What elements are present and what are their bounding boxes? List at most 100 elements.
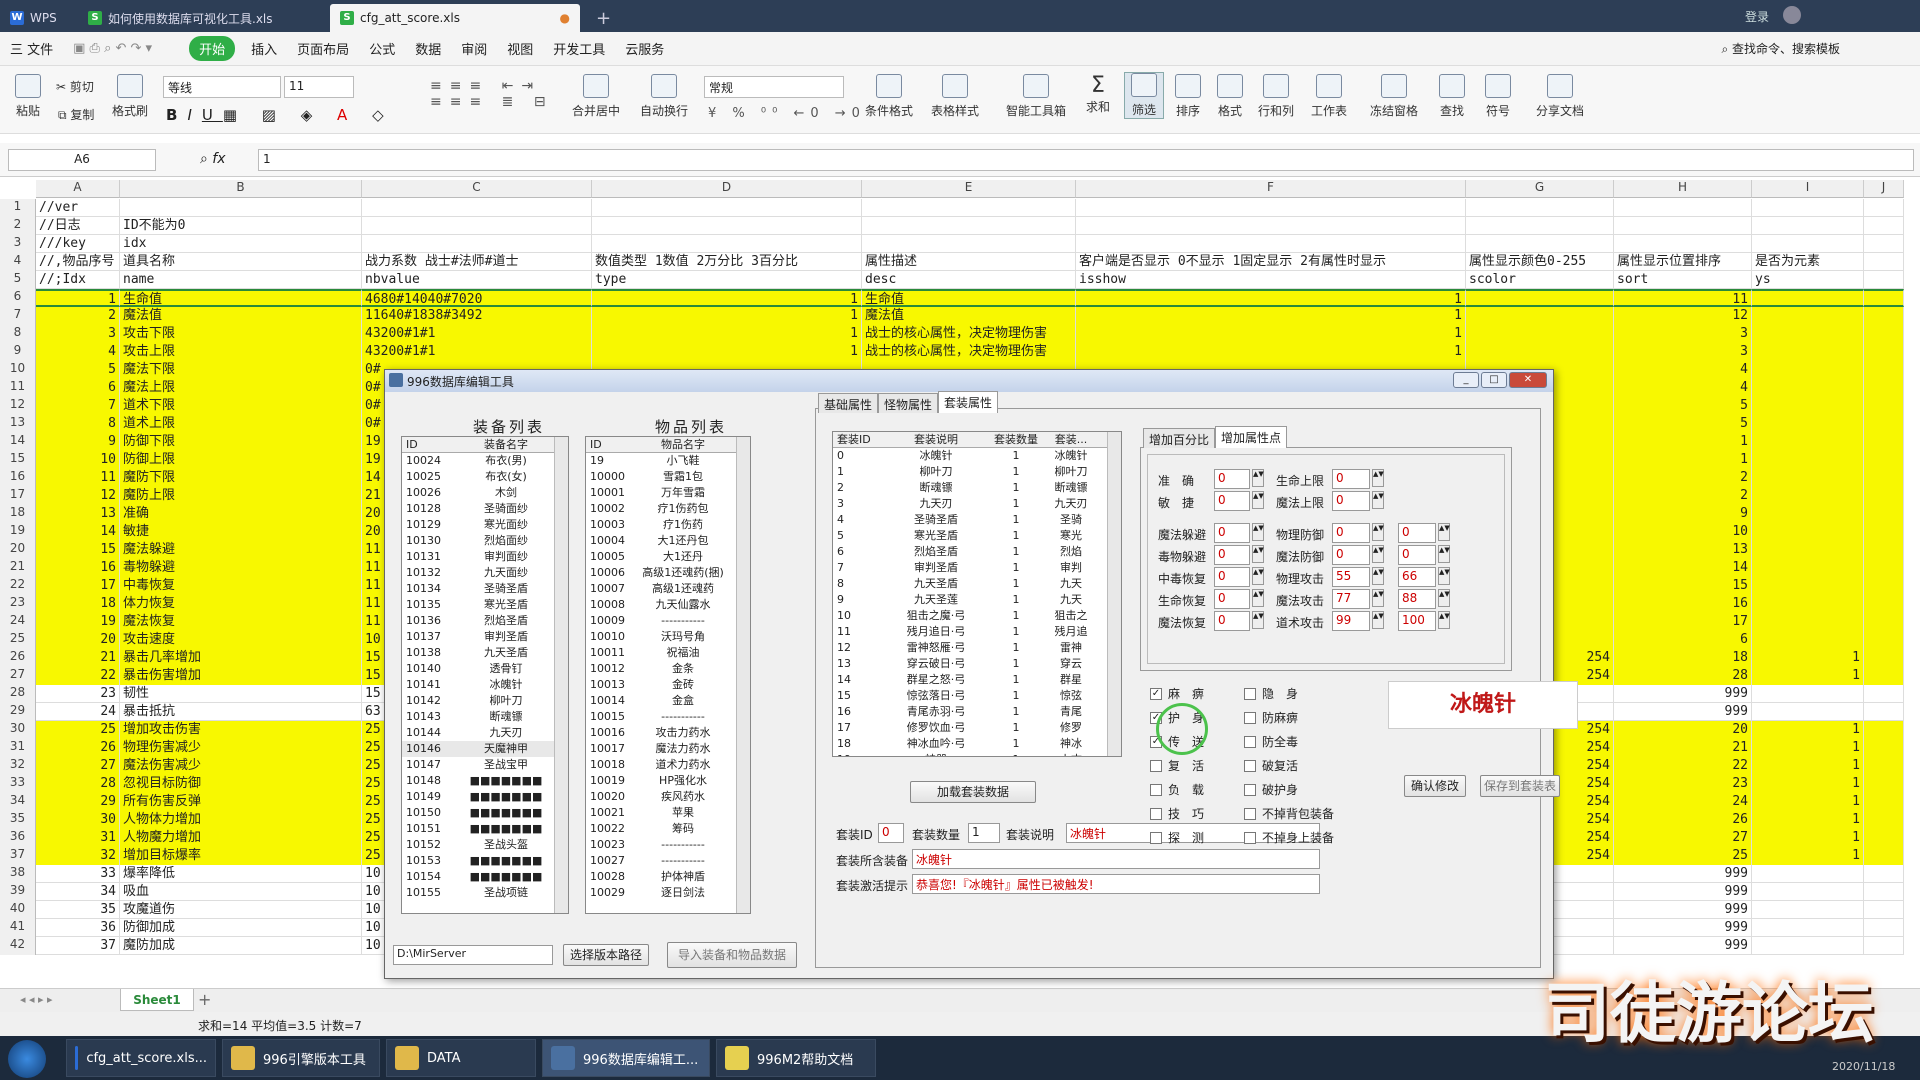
spinner[interactable]: ▲▼ (1252, 589, 1264, 607)
row-number[interactable]: 23 (0, 595, 36, 613)
list-item[interactable]: 10140 透骨钉 (402, 661, 568, 677)
list-item[interactable]: 10149 ■■■■■■■ (402, 789, 568, 805)
row-number[interactable]: 17 (0, 487, 36, 505)
cell[interactable]: 3 (36, 325, 120, 343)
cell[interactable]: 魔法躲避 (120, 541, 362, 559)
attr-input[interactable]: 0 (1332, 491, 1370, 511)
cell[interactable]: 5 (1614, 415, 1752, 433)
cell[interactable] (1752, 325, 1864, 343)
list-item[interactable]: 5 寒光圣盾 1 寒光 (833, 528, 1121, 544)
cell[interactable] (1864, 937, 1904, 955)
cell[interactable]: 5 (1614, 397, 1752, 415)
checkbox-box[interactable] (1244, 735, 1256, 748)
column-header[interactable]: ID (402, 437, 456, 452)
row-number[interactable]: 40 (0, 901, 36, 919)
list-item[interactable]: 13 穿云破日·弓 1 穿云 (833, 656, 1121, 672)
list-item[interactable]: 10150 ■■■■■■■ (402, 805, 568, 821)
list-item[interactable]: 10012 金条 (586, 661, 750, 677)
cell[interactable]: //ver (36, 199, 120, 217)
list-item[interactable]: 10013 金砖 (586, 677, 750, 693)
cell[interactable] (1864, 829, 1904, 847)
cell[interactable]: 30 (36, 811, 120, 829)
cell[interactable] (1864, 343, 1904, 361)
row-number[interactable]: 25 (0, 631, 36, 649)
cell[interactable]: 999 (1614, 703, 1752, 721)
spinner[interactable]: ▲▼ (1372, 611, 1384, 629)
cell[interactable]: 9 (1614, 505, 1752, 523)
column-header[interactable]: H (1614, 180, 1752, 198)
cell[interactable]: 1 (1752, 667, 1864, 685)
cell[interactable]: 33 (36, 865, 120, 883)
list-item[interactable]: 10008 九天仙露水 (586, 597, 750, 613)
cell[interactable] (1864, 919, 1904, 937)
column-header[interactable]: A (36, 180, 120, 198)
cell[interactable]: 1 (1076, 307, 1466, 325)
list-item[interactable]: 10023 ----------- (586, 837, 750, 853)
list-item[interactable]: 10146 天魔神甲 (402, 741, 568, 757)
row-number[interactable]: 16 (0, 469, 36, 487)
list-item[interactable]: 10005 大1还丹 (586, 549, 750, 565)
menu-data[interactable]: 数据 (405, 39, 451, 58)
cell[interactable]: 3 (1614, 343, 1752, 361)
cell[interactable]: desc (862, 271, 1076, 289)
spinner[interactable]: ▲▼ (1438, 523, 1450, 541)
row-number[interactable]: 5 (0, 271, 36, 289)
menu-insert[interactable]: 插入 (241, 39, 287, 58)
cell[interactable]: 18 (36, 595, 120, 613)
row-number[interactable]: 27 (0, 667, 36, 685)
cell[interactable]: 16 (36, 559, 120, 577)
column-header[interactable]: D (592, 180, 862, 198)
close-icon[interactable]: ● (560, 11, 570, 25)
cell[interactable] (1752, 361, 1864, 379)
cell[interactable]: //;Idx (36, 271, 120, 289)
list-item[interactable]: 10015 ----------- (586, 709, 750, 725)
cell[interactable]: 8 (36, 415, 120, 433)
cell[interactable]: 暴击伤害增加 (120, 667, 362, 685)
cell[interactable] (362, 217, 592, 235)
cell[interactable]: 18 (1614, 649, 1752, 667)
row-number[interactable]: 20 (0, 541, 36, 559)
tab-add-points[interactable]: 增加属性点 (1215, 426, 1288, 448)
checkbox-box[interactable] (1150, 807, 1162, 820)
attr-input[interactable]: 0 (1214, 567, 1250, 587)
tab-suit-attr[interactable]: 套装属性 (938, 391, 999, 413)
cell[interactable]: 攻魔道伤 (120, 901, 362, 919)
format-painter-button[interactable]: 格式刷 (110, 74, 150, 119)
list-item[interactable]: 10141 冰魄针 (402, 677, 568, 693)
cell[interactable] (1864, 739, 1904, 757)
list-item[interactable]: 10016 攻击力药水 (586, 725, 750, 741)
share-button[interactable]: 分享文档 (1530, 74, 1590, 119)
cell[interactable] (1752, 235, 1864, 253)
table-style-button[interactable]: 表格样式 (926, 74, 984, 119)
cell[interactable] (1466, 325, 1614, 343)
cell[interactable] (1752, 577, 1864, 595)
cell[interactable]: nbvalue (362, 271, 592, 289)
cell[interactable] (1864, 721, 1904, 739)
cell[interactable] (1864, 649, 1904, 667)
suit-count-input[interactable]: 1 (968, 823, 1000, 843)
cell[interactable]: 魔法下限 (120, 361, 362, 379)
cell[interactable]: 4 (1614, 379, 1752, 397)
spinner[interactable]: ▲▼ (1252, 469, 1264, 487)
cell[interactable]: 16 (1614, 595, 1752, 613)
cell[interactable] (1076, 217, 1466, 235)
list-item[interactable]: 10025 布衣(女) (402, 469, 568, 485)
list-item[interactable]: 10022 筹码 (586, 821, 750, 837)
cell[interactable] (1466, 217, 1614, 235)
cell[interactable]: 12 (1614, 307, 1752, 325)
checkbox-box[interactable] (1244, 687, 1256, 700)
column-header[interactable]: C (362, 180, 592, 198)
avatar[interactable] (1783, 6, 1801, 24)
cell[interactable] (1864, 757, 1904, 775)
cell[interactable]: 28 (1614, 667, 1752, 685)
column-header[interactable]: G (1466, 180, 1614, 198)
cell[interactable]: 魔防加成 (120, 937, 362, 955)
row-number[interactable]: 39 (0, 883, 36, 901)
row-number[interactable]: 33 (0, 775, 36, 793)
row-number[interactable]: 14 (0, 433, 36, 451)
list-item[interactable]: 10129 寒光面纱 (402, 517, 568, 533)
cell[interactable]: sort (1614, 271, 1752, 289)
scrollbar[interactable] (736, 437, 750, 913)
cell[interactable]: 20 (1614, 721, 1752, 739)
cell[interactable]: 15 (1614, 577, 1752, 595)
